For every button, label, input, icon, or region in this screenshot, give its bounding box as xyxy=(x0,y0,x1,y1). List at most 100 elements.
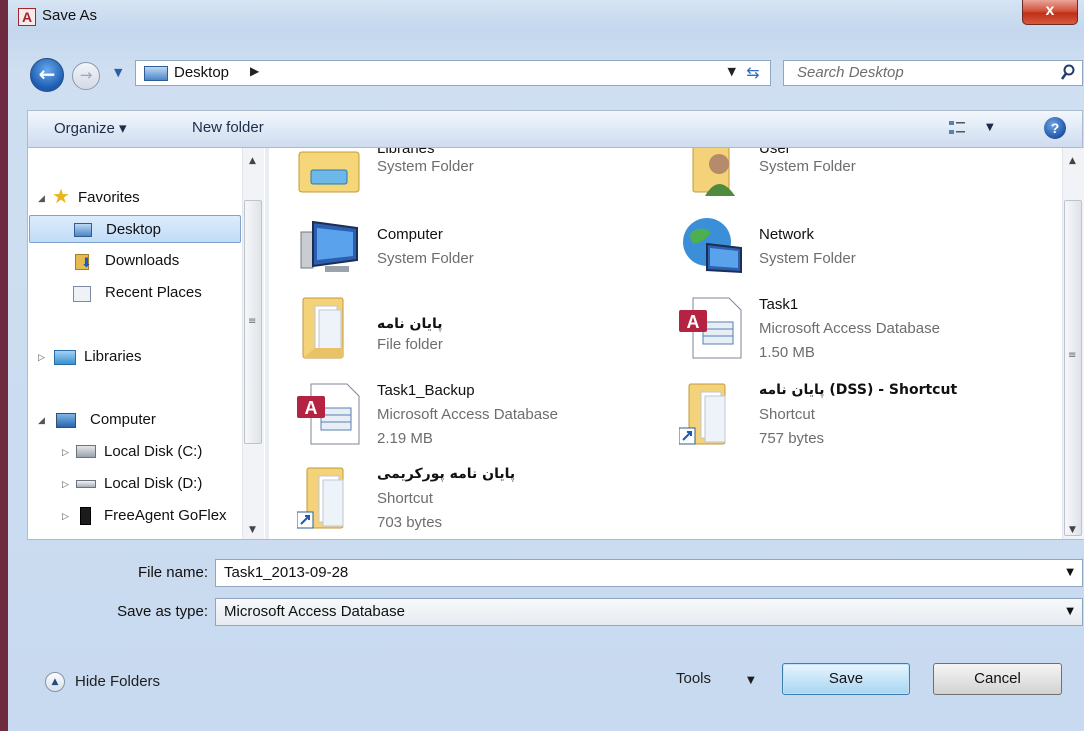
window-title: Save As xyxy=(42,7,98,24)
libraries-label: Libraries xyxy=(84,348,142,365)
download-arrow-icon: ⬇ xyxy=(81,255,92,270)
file-name-field[interactable]: Task1_2013-09-28 ▼ xyxy=(215,559,1083,587)
list-item[interactable]: پایان نامه (DSS) - Shortcut Shortcut 757… xyxy=(679,382,1059,462)
help-icon[interactable]: ? xyxy=(1044,117,1066,139)
search-input[interactable]: Search Desktop xyxy=(783,60,1083,86)
system-drive-icon xyxy=(76,445,96,458)
navigation-pane[interactable]: ◢ ★ Favorites Desktop ⬇ Downloads Recent… xyxy=(28,148,265,539)
nav-favorites[interactable]: ◢ ★ Favorites xyxy=(36,184,236,212)
access-database-icon: A xyxy=(679,297,742,359)
file-size: 757 bytes xyxy=(759,430,825,447)
shortcut-folder-icon xyxy=(679,383,726,445)
back-button[interactable]: ← xyxy=(30,58,64,92)
folder-icon xyxy=(302,297,344,359)
list-item[interactable]: A Task1 Microsoft Access Database 1.50 M… xyxy=(679,296,1059,376)
scroll-grip-icon: ≡ xyxy=(1068,350,1077,361)
list-item[interactable]: User System Folder xyxy=(679,148,1059,218)
file-type: System Folder xyxy=(759,158,856,175)
file-name: Computer xyxy=(377,226,443,243)
svg-text:A: A xyxy=(687,312,700,332)
save-as-type-value: Microsoft Access Database xyxy=(224,603,405,620)
address-location[interactable]: Desktop xyxy=(174,64,229,81)
file-size: 2.19 MB xyxy=(377,430,433,447)
recent-pages-dropdown-icon[interactable]: ▼ xyxy=(114,66,122,79)
refresh-icon[interactable]: ⇆ xyxy=(740,63,766,82)
collapsed-arrow-icon[interactable]: ▷ xyxy=(62,470,69,498)
file-name: Task1_Backup xyxy=(377,382,475,399)
file-list[interactable]: Libraries System Folder User System Fold… xyxy=(269,148,1062,539)
list-item[interactable]: Network System Folder xyxy=(679,214,1059,294)
access-app-icon: A xyxy=(18,8,36,26)
expanded-arrow-icon[interactable]: ◢ xyxy=(38,406,45,434)
tools-dropdown-icon[interactable]: ▼ xyxy=(747,675,755,686)
sidebar-item-local-disk-d[interactable]: ▷ Local Disk (D:) xyxy=(36,470,241,498)
breadcrumb-chevron-icon[interactable]: ▶ xyxy=(250,64,259,78)
computer-label: Computer xyxy=(90,411,156,428)
collapse-up-icon[interactable]: ▲ xyxy=(45,672,65,692)
cancel-button[interactable]: Cancel xyxy=(933,663,1062,695)
view-options-dropdown-icon[interactable]: ▼ xyxy=(986,122,994,133)
sidebar-item-freeagent[interactable]: ▷ FreeAgent GoFlex xyxy=(36,502,241,530)
list-item[interactable]: پایان نامه پورکریمی Shortcut 703 bytes xyxy=(297,466,677,539)
address-dropdown-icon[interactable]: ▼ xyxy=(728,65,736,78)
sidebar-item-recent-places[interactable]: Recent Places xyxy=(29,279,241,307)
file-name: User xyxy=(759,148,791,157)
sidebar-item-local-disk-c[interactable]: ▷ Local Disk (C:) xyxy=(36,438,241,466)
collapsed-arrow-icon[interactable]: ▷ xyxy=(62,502,69,530)
close-button[interactable]: x xyxy=(1022,0,1078,25)
sidebar-item-label: Desktop xyxy=(106,221,162,238)
nav-computer[interactable]: ◢ Computer xyxy=(36,406,236,434)
command-toolbar: Organize ▾ New folder ▼ ? xyxy=(27,110,1083,148)
collapsed-arrow-icon[interactable]: ▷ xyxy=(62,438,69,466)
network-icon xyxy=(683,218,742,274)
recent-places-icon xyxy=(73,286,91,302)
file-name: Network xyxy=(759,226,815,243)
browser-body: ◢ ★ Favorites Desktop ⬇ Downloads Recent… xyxy=(27,148,1084,540)
tools-menu[interactable]: Tools xyxy=(676,670,711,687)
scroll-up-icon[interactable]: ▲ xyxy=(1069,156,1076,166)
file-name-value[interactable]: Task1_2013-09-28 xyxy=(224,564,348,581)
address-bar[interactable]: Desktop ▶ ▼ ⇆ xyxy=(135,60,771,86)
sidebar-item-label: Downloads xyxy=(105,252,180,269)
external-drive-icon xyxy=(80,507,91,525)
scroll-down-icon[interactable]: ▼ xyxy=(249,525,256,535)
navigation-scrollbar[interactable]: ▲ ≡ ▼ xyxy=(242,148,264,539)
new-folder-button[interactable]: New folder xyxy=(192,119,264,136)
file-size: 1.50 MB xyxy=(759,344,815,361)
search-icon[interactable] xyxy=(1060,64,1076,82)
computer-icon xyxy=(56,413,76,428)
file-name-dropdown-icon[interactable]: ▼ xyxy=(1066,567,1074,578)
svg-text:A: A xyxy=(305,398,318,418)
save-as-dialog: A Save As x ← → ▼ Desktop ▶ ▼ ⇆ Search D… xyxy=(0,0,1084,731)
file-list-scrollbar[interactable]: ▲ ≡ ▼ xyxy=(1062,148,1084,539)
save-button[interactable]: Save xyxy=(782,663,910,695)
computer-icon xyxy=(300,220,358,272)
organize-menu[interactable]: Organize ▾ xyxy=(54,119,127,137)
scroll-up-icon[interactable]: ▲ xyxy=(249,156,256,166)
file-type: Microsoft Access Database xyxy=(759,320,940,337)
hide-folders-label[interactable]: Hide Folders xyxy=(75,673,160,690)
file-type: Shortcut xyxy=(759,406,815,423)
save-as-type-select[interactable]: Microsoft Access Database ▼ xyxy=(215,598,1083,626)
expanded-arrow-icon[interactable]: ◢ xyxy=(38,184,45,212)
list-item[interactable]: پایان نامه File folder xyxy=(297,296,677,376)
forward-button[interactable]: → xyxy=(72,62,100,90)
nav-libraries[interactable]: ▷ Libraries xyxy=(36,343,236,371)
list-item[interactable]: Computer System Folder xyxy=(297,214,677,294)
scrollbar-thumb[interactable] xyxy=(1064,200,1082,536)
list-item[interactable]: A Task1_Backup Microsoft Access Database… xyxy=(297,382,677,462)
scroll-down-icon[interactable]: ▼ xyxy=(1069,525,1076,535)
sidebar-item-label: FreeAgent GoFlex xyxy=(104,507,227,524)
save-as-type-dropdown-icon[interactable]: ▼ xyxy=(1066,606,1074,617)
file-name-label: File name: xyxy=(137,564,208,581)
sidebar-item-downloads[interactable]: ⬇ Downloads xyxy=(29,247,241,275)
file-type: Microsoft Access Database xyxy=(377,406,558,423)
shortcut-folder-icon xyxy=(297,467,344,529)
sidebar-item-label: Recent Places xyxy=(105,284,202,301)
drive-icon xyxy=(76,480,96,488)
sidebar-item-desktop[interactable]: Desktop xyxy=(29,215,241,243)
sidebar-item-label: Local Disk (D:) xyxy=(104,475,203,492)
list-item[interactable]: Libraries System Folder xyxy=(297,148,677,218)
collapsed-arrow-icon[interactable]: ▷ xyxy=(38,343,45,371)
change-view-icon[interactable] xyxy=(948,119,966,137)
